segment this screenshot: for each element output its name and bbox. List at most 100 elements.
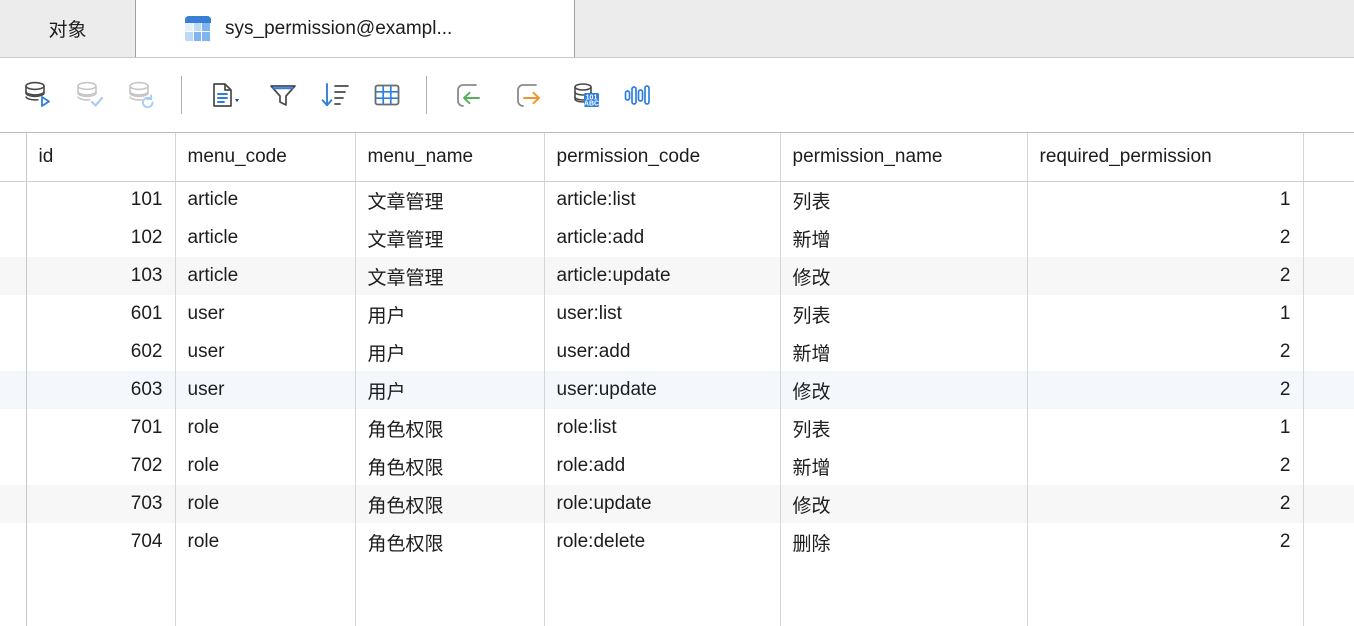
- profile-data-button[interactable]: [612, 69, 664, 121]
- cell-menu-name[interactable]: 用户: [355, 295, 545, 333]
- cell-required-permission[interactable]: 2: [1027, 371, 1304, 409]
- table-row[interactable]: 703 role 角色权限 role:update 修改 2: [0, 485, 1354, 523]
- cell-permission-name[interactable]: 列表: [780, 409, 1028, 447]
- cell-menu-name[interactable]: 文章管理: [355, 181, 545, 219]
- cell-required-permission[interactable]: 2: [1027, 257, 1304, 295]
- cell-id[interactable]: 702: [26, 447, 176, 485]
- rollback-button[interactable]: [116, 69, 168, 121]
- commit-button[interactable]: [64, 69, 116, 121]
- cell-permission-name[interactable]: 修改: [780, 371, 1028, 409]
- row-header-cell[interactable]: [0, 409, 27, 447]
- table-row[interactable]: 102 article 文章管理 article:add 新增 2: [0, 219, 1354, 257]
- row-header-cell[interactable]: [0, 219, 27, 257]
- column-header-permission-code[interactable]: permission_code: [544, 133, 781, 182]
- table-row[interactable]: 601 user 用户 user:list 列表 1: [0, 295, 1354, 333]
- row-header-cell[interactable]: [0, 485, 27, 523]
- row-header-cell[interactable]: [0, 447, 27, 485]
- cell-menu-code[interactable]: role: [175, 447, 356, 485]
- cell-required-permission[interactable]: 1: [1027, 181, 1304, 219]
- tab-sys-permission[interactable]: sys_permission@exampl...: [136, 0, 575, 57]
- cell-permission-name[interactable]: 列表: [780, 181, 1028, 219]
- row-header-cell[interactable]: [0, 257, 27, 295]
- cell-menu-code[interactable]: article: [175, 257, 356, 295]
- cell-permission-code[interactable]: article:add: [544, 219, 781, 257]
- cell-required-permission[interactable]: 2: [1027, 485, 1304, 523]
- row-header-cell[interactable]: [0, 333, 27, 371]
- cell-required-permission[interactable]: 2: [1027, 447, 1304, 485]
- cell-permission-code[interactable]: user:add: [544, 333, 781, 371]
- cell-id[interactable]: 602: [26, 333, 176, 371]
- row-header-cell[interactable]: [0, 371, 27, 409]
- cell-required-permission[interactable]: 2: [1027, 333, 1304, 371]
- sort-button[interactable]: [309, 69, 361, 121]
- cell-permission-name[interactable]: 修改: [780, 257, 1028, 295]
- cell-required-permission[interactable]: 1: [1027, 295, 1304, 333]
- cell-menu-code[interactable]: article: [175, 219, 356, 257]
- cell-permission-code[interactable]: role:delete: [544, 523, 781, 561]
- cell-permission-code[interactable]: role:update: [544, 485, 781, 523]
- column-header-menu-code[interactable]: menu_code: [175, 133, 356, 182]
- cell-id[interactable]: 102: [26, 219, 176, 257]
- cell-menu-code[interactable]: user: [175, 295, 356, 333]
- cell-menu-code[interactable]: article: [175, 181, 356, 219]
- cell-permission-name[interactable]: 新增: [780, 219, 1028, 257]
- cell-permission-name[interactable]: 新增: [780, 447, 1028, 485]
- cell-permission-name[interactable]: 删除: [780, 523, 1028, 561]
- column-header-permission-name[interactable]: permission_name: [780, 133, 1028, 182]
- cell-id[interactable]: 601: [26, 295, 176, 333]
- table-row[interactable]: 101 article 文章管理 article:list 列表 1: [0, 181, 1354, 219]
- undo-change-button[interactable]: [440, 69, 500, 121]
- row-header-cell[interactable]: [0, 181, 27, 219]
- table-row[interactable]: 701 role 角色权限 role:list 列表 1: [0, 409, 1354, 447]
- data-grid[interactable]: id menu_code menu_name permission_code p…: [0, 133, 1354, 626]
- text-view-button[interactable]: [195, 69, 257, 121]
- cell-menu-name[interactable]: 角色权限: [355, 523, 545, 561]
- cell-permission-name[interactable]: 列表: [780, 295, 1028, 333]
- cell-id[interactable]: 701: [26, 409, 176, 447]
- cell-permission-code[interactable]: role:add: [544, 447, 781, 485]
- cell-menu-name[interactable]: 角色权限: [355, 447, 545, 485]
- cell-permission-code[interactable]: user:list: [544, 295, 781, 333]
- cell-id[interactable]: 704: [26, 523, 176, 561]
- raw-data-button[interactable]: 101 ABC: [560, 69, 612, 121]
- cell-menu-code[interactable]: role: [175, 485, 356, 523]
- objects-panel-tab[interactable]: 对象: [0, 0, 136, 57]
- cell-menu-name[interactable]: 用户: [355, 333, 545, 371]
- column-header-required-permission[interactable]: required_permission: [1027, 133, 1304, 182]
- cell-menu-code[interactable]: user: [175, 371, 356, 409]
- cell-permission-name[interactable]: 修改: [780, 485, 1028, 523]
- cell-permission-code[interactable]: article:list: [544, 181, 781, 219]
- cell-permission-code[interactable]: article:update: [544, 257, 781, 295]
- cell-required-permission[interactable]: 1: [1027, 409, 1304, 447]
- table-row[interactable]: 603 user 用户 user:update 修改 2: [0, 371, 1354, 409]
- table-row[interactable]: 702 role 角色权限 role:add 新增 2: [0, 447, 1354, 485]
- cell-permission-name[interactable]: 新增: [780, 333, 1028, 371]
- row-header-cell[interactable]: [0, 295, 27, 333]
- grid-view-button[interactable]: [361, 69, 413, 121]
- table-row[interactable]: 602 user 用户 user:add 新增 2: [0, 333, 1354, 371]
- cell-permission-code[interactable]: role:list: [544, 409, 781, 447]
- cell-menu-name[interactable]: 用户: [355, 371, 545, 409]
- table-row[interactable]: 704 role 角色权限 role:delete 删除 2: [0, 523, 1354, 561]
- begin-transaction-button[interactable]: [12, 69, 64, 121]
- cell-menu-code[interactable]: role: [175, 409, 356, 447]
- column-header-menu-name[interactable]: menu_name: [355, 133, 545, 182]
- cell-id[interactable]: 703: [26, 485, 176, 523]
- cell-menu-name[interactable]: 角色权限: [355, 409, 545, 447]
- row-header-cell[interactable]: [0, 523, 27, 561]
- cell-menu-name[interactable]: 文章管理: [355, 219, 545, 257]
- column-header-id[interactable]: id: [26, 133, 176, 182]
- cell-required-permission[interactable]: 2: [1027, 219, 1304, 257]
- cell-permission-code[interactable]: user:update: [544, 371, 781, 409]
- table-row[interactable]: 103 article 文章管理 article:update 修改 2: [0, 257, 1354, 295]
- cell-menu-code[interactable]: role: [175, 523, 356, 561]
- cell-id[interactable]: 603: [26, 371, 176, 409]
- redo-change-button[interactable]: [500, 69, 560, 121]
- cell-id[interactable]: 103: [26, 257, 176, 295]
- filter-button[interactable]: [257, 69, 309, 121]
- cell-required-permission[interactable]: 2: [1027, 523, 1304, 561]
- cell-menu-code[interactable]: user: [175, 333, 356, 371]
- cell-menu-name[interactable]: 文章管理: [355, 257, 545, 295]
- cell-id[interactable]: 101: [26, 181, 176, 219]
- cell-menu-name[interactable]: 角色权限: [355, 485, 545, 523]
